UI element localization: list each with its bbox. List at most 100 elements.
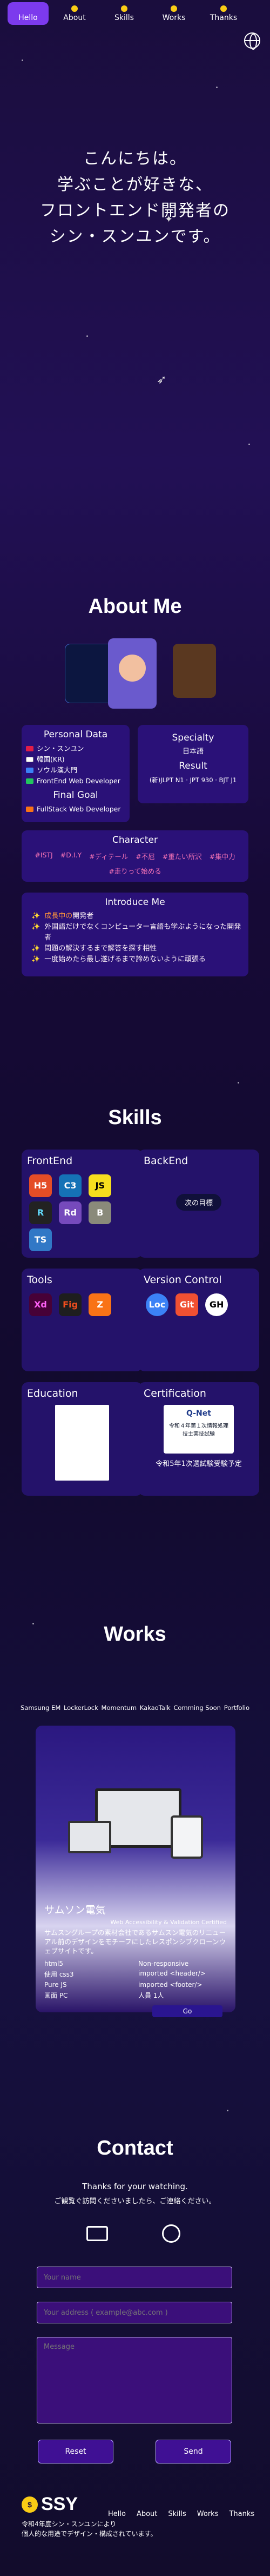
- education-title: Education: [27, 1388, 78, 1399]
- sparkle-icon: ✨: [31, 923, 40, 931]
- comet-icon: ✦: [165, 214, 173, 225]
- star: [86, 335, 88, 337]
- work-title: サムソン電気: [44, 1904, 106, 1916]
- reset-button[interactable]: Reset: [38, 2440, 113, 2463]
- page: Hello About Skills Works Thanks こんにちは。 学…: [0, 0, 270, 2576]
- email-input[interactable]: [37, 2302, 232, 2323]
- star: [238, 1082, 239, 1084]
- certification-title: Certification: [144, 1388, 206, 1399]
- specialty-card: Specialty 日本語 Result (新)JLPT N1 · JPT 93…: [138, 725, 248, 803]
- introduce-card: Introduce Me ✨ 成長中の開発者 ✨ 外国語だけでなくコンピューター言語…: [22, 893, 248, 976]
- tools-title: Tools: [27, 1274, 52, 1286]
- footer-sub-line: 個人的な用途でデザイン・構成されています。: [22, 2530, 157, 2538]
- nav-works[interactable]: Works: [150, 1, 198, 26]
- certification-card: Certification Q-Net 令和４年第１次情報処理技士実技試験 令和…: [138, 1382, 259, 1496]
- footer: $ SSY Hello About Skills Works Thanks 令和…: [22, 2494, 254, 2539]
- star: [248, 444, 250, 445]
- character-card: Character #ISTJ #D.I.Y #ディテール #不屈 #重たい所沢…: [22, 830, 248, 882]
- spec-item: 画面 PC: [44, 1992, 68, 1999]
- qnet-logo-text: Q-Net: [186, 1409, 211, 1418]
- footer-link[interactable]: Hello: [108, 2510, 126, 2518]
- works-tab[interactable]: LockerLock: [64, 1704, 98, 1712]
- sparkle-icon: ✨: [31, 944, 40, 953]
- works-tab[interactable]: Comming Soon: [173, 1704, 221, 1712]
- intro-row: ✨ 一度始めたら最し遂げるまで諦めないように頑張る: [26, 954, 244, 965]
- works-tab[interactable]: Portfolio: [224, 1704, 249, 1712]
- spec-item: imported <header/>: [138, 1970, 206, 1977]
- character-tag: #ディテール: [89, 853, 129, 861]
- name-input[interactable]: [37, 2267, 232, 2288]
- education-card: Education: [22, 1382, 143, 1496]
- nav-dot-icon: [121, 5, 127, 12]
- hero-text: こんにちは。 学ぶことが好きな、 フロントエンド開発者の シン・スンユンです。: [0, 146, 270, 250]
- star: [227, 2110, 228, 2111]
- nav-dot-icon: [171, 5, 177, 12]
- about-title: About Me: [88, 595, 182, 618]
- specialty-value: 日本語: [182, 748, 204, 756]
- nav-dot-icon: [71, 5, 78, 12]
- avatar: [108, 638, 157, 709]
- nav-label: Works: [162, 13, 186, 22]
- github-icon[interactable]: [162, 2224, 180, 2243]
- qnet-caption: 令和４年第１次情報処理技士実技試験: [169, 1423, 228, 1437]
- nav-skills[interactable]: Skills: [100, 1, 148, 26]
- hero-line: フロントエンド開発者の: [40, 201, 230, 220]
- adobe-xd-icon: Xd: [29, 1293, 52, 1316]
- nav-thanks[interactable]: Thanks: [200, 1, 247, 26]
- contact-thanks: Thanks for your watching.: [82, 2182, 188, 2191]
- character-tags: #ISTJ #D.I.Y #ディテール #不屈 #重たい所沢 #集中力 #走りっ…: [26, 849, 244, 878]
- version-control-title: Version Control: [144, 1274, 222, 1286]
- works-tab[interactable]: KakaoTalk: [140, 1704, 171, 1712]
- personal-data-card: Personal Data シン・スンユン 韓国(KR) ソウル漢大門 Fron…: [22, 725, 130, 822]
- react-icon: R: [29, 1201, 52, 1224]
- introduce-title: Introduce Me: [105, 897, 165, 908]
- character-tag: #走りって始める: [109, 867, 161, 875]
- star: [22, 60, 23, 61]
- contact-thanks-ja: ご観覧ぐ訪問くださいましたら、ご連絡ください。: [54, 2197, 216, 2205]
- javascript-icon: JS: [89, 1174, 112, 1197]
- footer-link[interactable]: About: [137, 2510, 157, 2518]
- work-card: サムソン電気 Web Accessibility & Validation Ce…: [36, 1726, 235, 2017]
- spec-item: imported <footer/>: [138, 1981, 202, 1989]
- work-subtitle: Web Accessibility & Validation Certified: [110, 1919, 227, 1926]
- pd-row: 韓国(KR): [26, 754, 125, 765]
- devices-mockup-image: [46, 1783, 225, 1891]
- books-image: [173, 644, 216, 698]
- git-icon: Git: [176, 1293, 199, 1316]
- nav-about[interactable]: About: [51, 1, 98, 26]
- pd-row: ソウル漢大門: [26, 765, 125, 776]
- mail-icon[interactable]: [86, 2226, 108, 2241]
- next-goal-badge: 次の目標: [176, 1194, 221, 1211]
- backend-title: BackEnd: [144, 1155, 188, 1167]
- send-button[interactable]: Send: [156, 2440, 231, 2463]
- message-textarea[interactable]: [37, 2337, 232, 2423]
- tools-card: Tools Xd Fig Z: [22, 1269, 143, 1371]
- footer-link[interactable]: Thanks: [229, 2510, 254, 2518]
- character-tag: #重たい所沢: [162, 853, 202, 861]
- star: [216, 87, 218, 88]
- character-tag: #D.I.Y: [60, 851, 82, 859]
- works-title: Works: [104, 1623, 166, 1646]
- contact-title: Contact: [97, 2137, 173, 2159]
- redux-icon: Rd: [59, 1201, 82, 1224]
- version-control-card: Version Control Loc Git GH: [138, 1269, 259, 1371]
- works-tab[interactable]: Samsung EM: [21, 1704, 60, 1712]
- character-tag: #集中力: [209, 853, 235, 861]
- intro-row: ✨ 問題の解決するまで解答を探す相性: [26, 943, 244, 954]
- go-button[interactable]: Go: [152, 2005, 222, 2017]
- intro-row: ✨ 外国語だけでなくコンピューター言語も学ぶようになった開発者: [26, 922, 244, 943]
- footer-link[interactable]: Works: [197, 2510, 219, 2518]
- figma-icon: Fig: [59, 1293, 82, 1316]
- works-tab[interactable]: Momentum: [102, 1704, 137, 1712]
- nav-hello[interactable]: Hello: [8, 2, 49, 25]
- footer-sub-line: 令和4年度シン・スンユンにより: [22, 2520, 117, 2528]
- footer-link[interactable]: Skills: [168, 2510, 186, 2518]
- spec-item: 使用 css3: [44, 1971, 74, 1978]
- nav-label: Skills: [114, 13, 134, 22]
- backend-card: BackEnd 次の目標: [138, 1150, 259, 1258]
- character-title: Character: [112, 835, 158, 846]
- intro-row: ✨ 成長中の開発者: [26, 911, 244, 922]
- language-globe-icon[interactable]: [244, 32, 260, 50]
- css3-icon: C3: [59, 1174, 82, 1197]
- footer-logo-text: SSY: [41, 2494, 78, 2514]
